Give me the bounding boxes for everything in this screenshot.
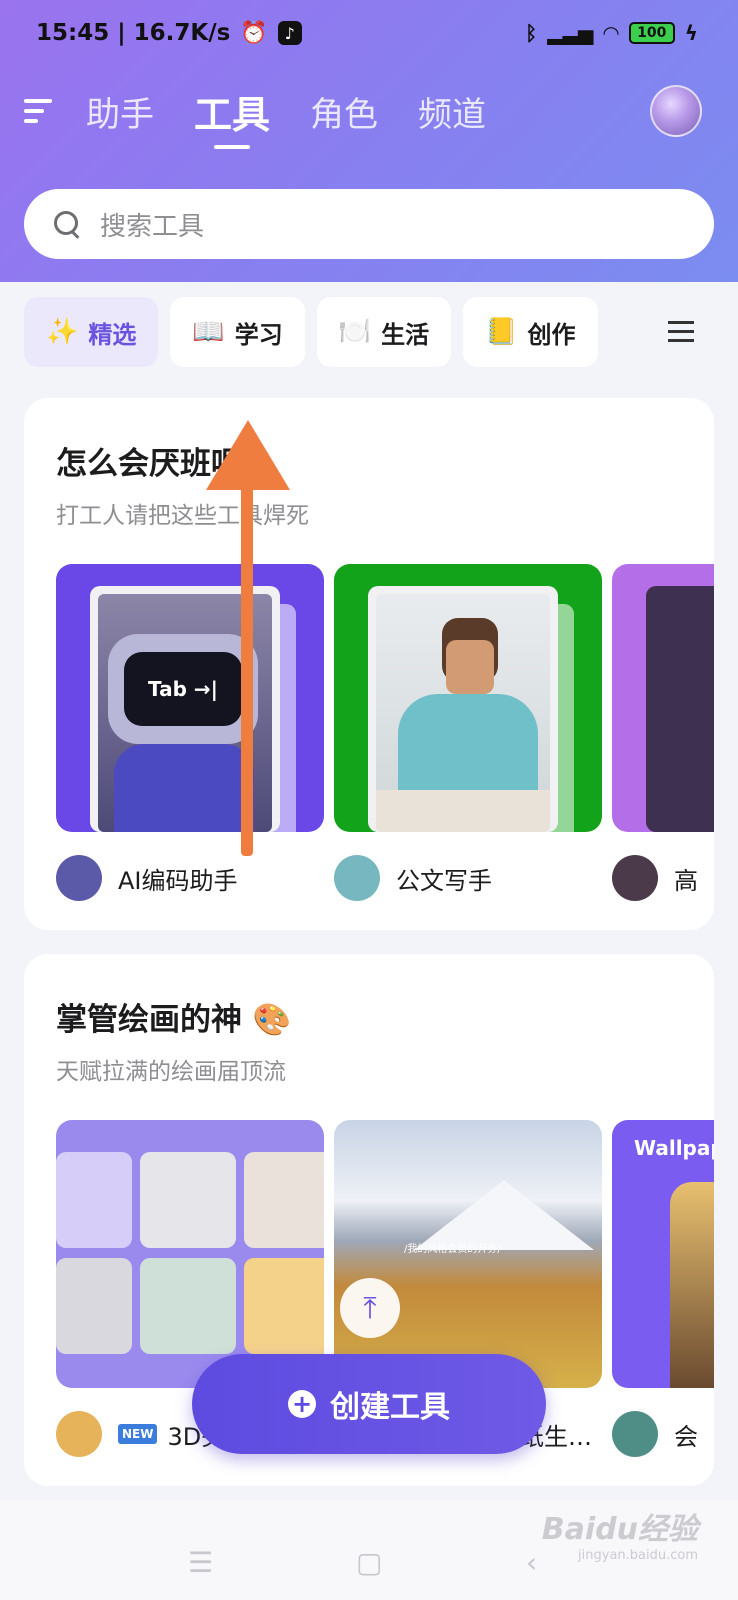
search-input[interactable]: 搜索工具: [24, 189, 714, 259]
tiktok-icon: ♪: [277, 21, 302, 45]
header-background: 15:45 | 16.7K/s ⏰ ♪ ᛒ ▂▃▅ ◠ 100 ϟ 助手 工具 …: [0, 0, 738, 282]
watermark-brand: Baidu经验: [541, 1512, 698, 1547]
status-bar: 15:45 | 16.7K/s ⏰ ♪ ᛒ ▂▃▅ ◠ 100 ϟ: [36, 16, 698, 50]
category-label: 生活: [381, 320, 430, 349]
section-title: 掌管绘画的神 🎨: [56, 1002, 292, 1038]
tool-name: 公文写手: [396, 866, 492, 895]
search-icon: [54, 211, 80, 237]
category-bar: ✨ 精选 📖 学习 🍽️ 生活 📒 创作: [24, 297, 714, 367]
tool-name: 高: [674, 866, 698, 895]
tab-roles[interactable]: 角色: [310, 87, 378, 136]
category-study[interactable]: 📖 学习: [170, 297, 305, 367]
search-placeholder: 搜索工具: [100, 211, 205, 242]
tool-cover: Wallpap: [612, 1120, 714, 1388]
notebook-icon: 📒: [485, 317, 518, 347]
tool-card-official-writer[interactable]: 公文写手: [334, 564, 602, 904]
section-card: 怎么会厌班呢 打工人请把这些工具焊死 Tab →| AI编码助手 公文写手 高: [24, 398, 714, 930]
back-icon[interactable]: ‹: [526, 1546, 537, 1579]
avatar[interactable]: [650, 85, 702, 137]
status-time: 15:45 | 16.7K/s: [36, 20, 231, 46]
category-create[interactable]: 📒 创作: [463, 297, 598, 367]
recent-apps-icon[interactable]: ☰: [188, 1546, 213, 1579]
tool-avatar: [56, 1411, 102, 1457]
tool-name: AI编码助手: [118, 866, 238, 895]
tool-cover: [334, 564, 602, 832]
wifi-icon: ◠: [603, 21, 619, 45]
top-nav: 助手 工具 角色 频道: [24, 76, 702, 149]
menu-icon[interactable]: [24, 97, 54, 125]
section-subtitle: 天赋拉满的绘画届顶流: [56, 1059, 286, 1085]
tool-avatar: [56, 855, 102, 901]
tool-avatar: [612, 855, 658, 901]
plus-icon: +: [288, 1390, 316, 1418]
tab-channels[interactable]: 频道: [418, 87, 486, 136]
annotation-arrow-line: [241, 470, 253, 856]
tool-cover: /我的风格会员的开券/: [334, 1120, 602, 1388]
category-label: 创作: [527, 320, 576, 349]
alarm-icon: ⏰: [240, 20, 268, 46]
tool-cover: Tab →|: [56, 564, 324, 832]
watermark-site: jingyan.baidu.com: [578, 1548, 698, 1563]
signal-icon: ▂▃▅: [547, 21, 594, 45]
section-subtitle: 打工人请把这些工具焊死: [56, 503, 309, 529]
category-life[interactable]: 🍽️ 生活: [316, 297, 452, 367]
category-label: 精选: [88, 320, 137, 349]
tab-tools[interactable]: 工具: [194, 84, 270, 149]
home-icon[interactable]: ▢: [356, 1546, 382, 1579]
tool-avatar: [612, 1411, 658, 1457]
tab-assistant[interactable]: 助手: [86, 87, 154, 136]
tool-card-ai-coding[interactable]: Tab →| AI编码助手: [56, 564, 324, 904]
sparkles-icon: ✨: [46, 317, 79, 347]
book-icon: 📖: [192, 317, 225, 347]
plate-icon: 🍽️: [338, 317, 372, 347]
charging-icon: ϟ: [684, 21, 698, 45]
new-badge: NEW: [118, 1424, 158, 1444]
bluetooth-icon: ᛒ: [525, 21, 538, 45]
battery-icon: 100: [628, 22, 675, 44]
tool-name: 会: [674, 1422, 698, 1451]
create-tool-label: 创建工具: [330, 1390, 450, 1425]
category-label: 学习: [234, 320, 283, 349]
category-menu-icon[interactable]: [668, 321, 694, 343]
tool-cover: [56, 1120, 324, 1388]
tool-avatar: [334, 855, 380, 901]
create-tool-button[interactable]: + 创建工具: [192, 1354, 546, 1454]
category-featured[interactable]: ✨ 精选: [24, 297, 159, 367]
tool-cover: [612, 564, 714, 832]
tool-card-partial[interactable]: Wallpap 会: [612, 1120, 714, 1460]
watermark: Baidu经验 jingyan.baidu.com: [542, 1504, 698, 1563]
tool-card-partial[interactable]: 高: [612, 564, 714, 904]
scroll-top-button[interactable]: ⤒: [340, 1278, 400, 1338]
